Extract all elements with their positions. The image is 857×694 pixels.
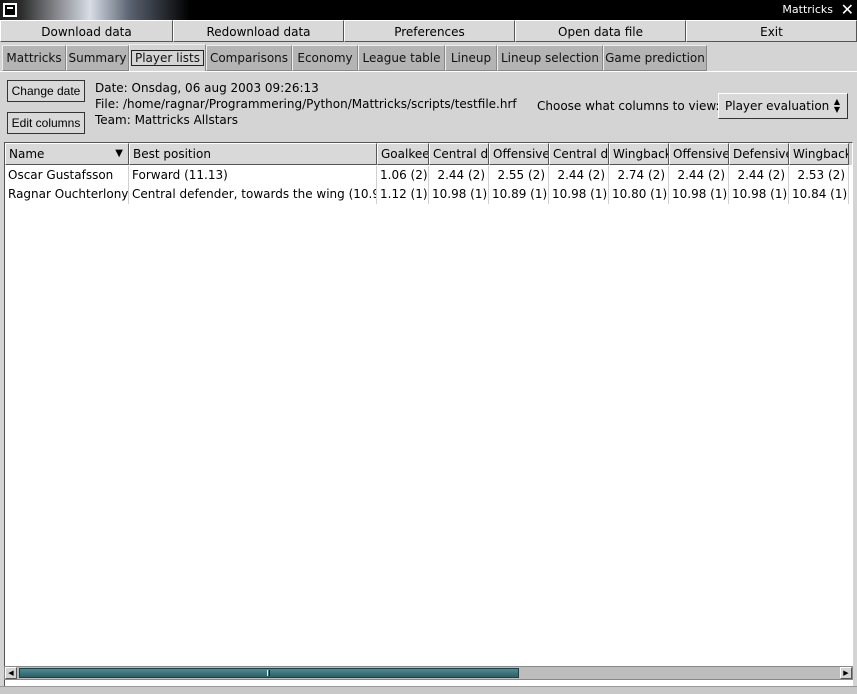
- player-table: Name ▼ Best position Goalkeeper Central …: [4, 142, 853, 688]
- tab-game-prediction[interactable]: Game prediction: [603, 45, 707, 71]
- tab-lineup[interactable]: Lineup: [445, 45, 497, 71]
- column-header-goalkeeper[interactable]: Goalkeeper: [377, 143, 429, 165]
- window-menu-icon[interactable]: [3, 3, 17, 17]
- cell-value: 2.44 (2): [729, 166, 789, 185]
- column-header-offensive-2[interactable]: Offensive: [669, 143, 729, 165]
- column-header-central-defender[interactable]: Central defender: [429, 143, 489, 165]
- title-bar: Mattricks ✕: [0, 0, 857, 20]
- horizontal-scrollbar[interactable]: ◀ ▶: [4, 666, 853, 680]
- cell-value: 10.98 (1): [549, 185, 609, 204]
- file-info: Date: Onsdag, 06 aug 2003 09:26:13 File:…: [95, 80, 517, 128]
- cell-best-position: Forward (11.13): [129, 166, 377, 185]
- scroll-right-icon[interactable]: ▶: [840, 667, 852, 679]
- status-bar: [0, 686, 857, 694]
- choose-columns-label: Choose what columns to view:: [537, 99, 720, 113]
- tab-economy[interactable]: Economy: [292, 45, 358, 71]
- cell-value: 10.89 (1): [489, 185, 549, 204]
- player-lists-panel: Change date Edit columns Date: Onsdag, 0…: [0, 71, 857, 694]
- cell-value: 2.44 (2): [429, 166, 489, 185]
- tab-comparisons[interactable]: Comparisons: [206, 45, 292, 71]
- exit-button[interactable]: Exit: [686, 20, 857, 42]
- sort-down-icon: ▼: [115, 148, 123, 159]
- cell-value: 10.98 (1): [669, 185, 729, 204]
- grip-icon: [267, 670, 270, 676]
- cell-value: 2.44 (2): [549, 166, 609, 185]
- change-date-button[interactable]: Change date: [7, 80, 85, 102]
- cell-value: 2.44 (2): [669, 166, 729, 185]
- cell-value: 2.55 (2): [489, 166, 549, 185]
- cell-value: 2.53 (2): [789, 166, 849, 185]
- column-header-defensive[interactable]: Defensive: [729, 143, 789, 165]
- table-row[interactable]: Ragnar Ouchterlony Central defender, tow…: [5, 185, 852, 204]
- download-data-button[interactable]: Download data: [0, 20, 173, 42]
- window-title: Mattricks: [782, 3, 833, 16]
- cell-value: 1.06 (2): [377, 166, 429, 185]
- column-header-wingback[interactable]: Wingback: [609, 143, 669, 165]
- scrollbar-thumb[interactable]: [19, 668, 519, 678]
- tab-lineup-selection[interactable]: Lineup selection: [497, 45, 603, 71]
- tab-league-table[interactable]: League table: [358, 45, 445, 71]
- tab-summary[interactable]: Summary: [66, 45, 129, 71]
- team-label: Team: Mattricks Allstars: [95, 113, 238, 127]
- cell-value: 10.84 (1): [789, 185, 849, 204]
- cell-best-position: Central defender, towards the wing (10.9…: [129, 185, 377, 204]
- column-header-name[interactable]: Name ▼: [5, 143, 129, 165]
- cell-value: 10.98 (1): [729, 185, 789, 204]
- updown-arrows-icon: ▲ ▼: [833, 97, 841, 114]
- redownload-data-button[interactable]: Redownload data: [173, 20, 344, 42]
- cell-value: 2.74 (2): [609, 166, 669, 185]
- cell-value: 10.98 (1): [429, 185, 489, 204]
- toolbar: Download data Redownload data Preference…: [0, 20, 857, 42]
- file-label: File: /home/ragnar/Programmering/Python/…: [95, 97, 517, 111]
- open-data-file-button[interactable]: Open data file: [515, 20, 686, 42]
- tab-player-lists[interactable]: Player lists: [129, 44, 206, 72]
- cell-name: Oscar Gustafsson: [5, 166, 129, 185]
- cell-value: 1.12 (1): [377, 185, 429, 204]
- column-header-offensive[interactable]: Offensive: [489, 143, 549, 165]
- date-label: Date: Onsdag, 06 aug 2003 09:26:13: [95, 81, 319, 95]
- column-header-central-defender-2[interactable]: Central defender: [549, 143, 609, 165]
- cell-name: Ragnar Ouchterlony: [5, 185, 129, 204]
- close-icon[interactable]: ✕: [841, 1, 854, 19]
- tab-mattricks[interactable]: Mattricks: [2, 45, 66, 71]
- column-header-wingback-2[interactable]: Wingback: [789, 143, 849, 165]
- columns-select-value: Player evaluation: [725, 99, 830, 113]
- edit-columns-button[interactable]: Edit columns: [7, 112, 85, 134]
- tab-bar: Mattricks Summary Player lists Compariso…: [0, 44, 857, 72]
- cell-value: 10.80 (1): [609, 185, 669, 204]
- scroll-left-icon[interactable]: ◀: [5, 667, 17, 679]
- preferences-button[interactable]: Preferences: [344, 20, 515, 42]
- columns-select[interactable]: Player evaluation ▲ ▼: [718, 93, 848, 119]
- column-header-best-position[interactable]: Best position: [129, 143, 377, 165]
- table-header: Name ▼ Best position Goalkeeper Central …: [5, 143, 852, 165]
- table-row[interactable]: Oscar Gustafsson Forward (11.13) 1.06 (2…: [5, 166, 852, 185]
